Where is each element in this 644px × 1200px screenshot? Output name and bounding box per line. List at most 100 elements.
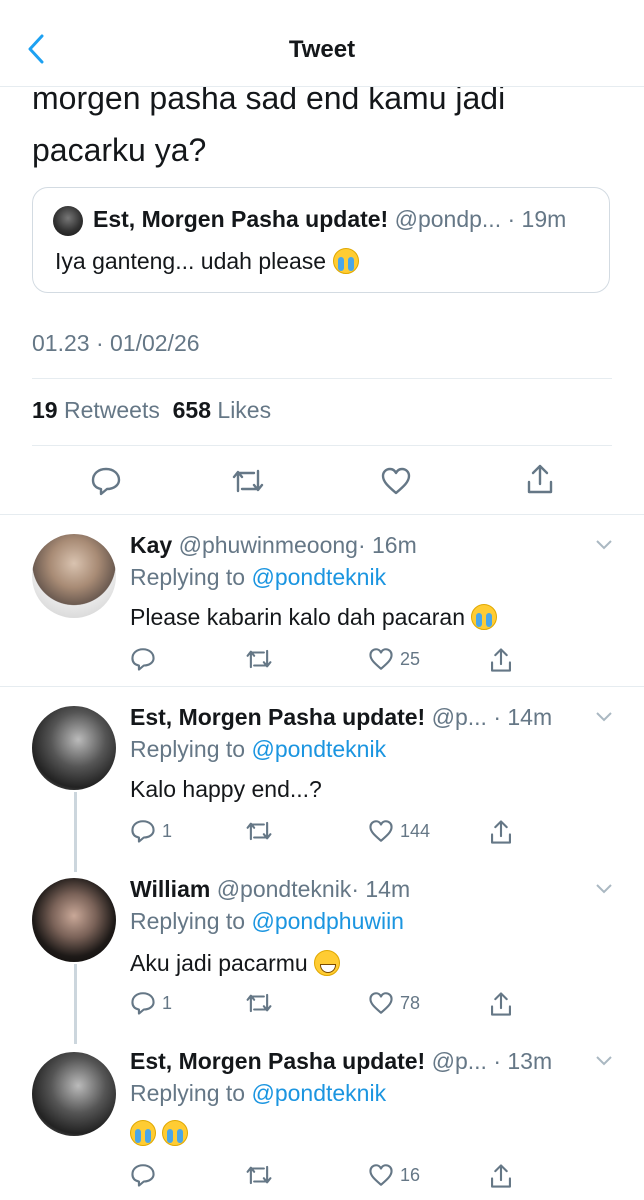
reply-author-name[interactable]: Est, Morgen Pasha update! <box>130 1048 425 1074</box>
tweet-timestamp: 01.23 · 01/02/26 <box>32 330 200 356</box>
like-icon[interactable] <box>380 465 412 502</box>
reply-author-handle[interactable]: @phuwinmeoong <box>179 532 358 558</box>
replying-to-link[interactable]: @pondteknik <box>251 1080 386 1106</box>
quoted-tweet[interactable]: Est, Morgen Pasha update! @pondp... · 19… <box>32 187 610 293</box>
tweet-stats: 19 Retweets 658 Likes <box>32 397 271 424</box>
reply-actions: 1 144 <box>130 818 530 846</box>
reply-button[interactable]: 1 <box>130 818 172 844</box>
reply-author-name[interactable]: Est, Morgen Pasha update! <box>130 704 425 730</box>
avatar[interactable] <box>32 1052 116 1136</box>
like-button[interactable]: 144 <box>368 818 430 844</box>
retweets-count[interactable]: 19 <box>32 397 58 423</box>
reply-icon <box>131 648 155 671</box>
replying-to: Replying to @pondteknik <box>130 736 386 763</box>
quoted-text: Iya ganteng... udah please <box>55 248 327 274</box>
divider <box>32 445 612 446</box>
like-button[interactable]: 78 <box>368 990 420 1016</box>
replying-to-link[interactable]: @pondphuwiin <box>251 908 404 934</box>
like-icon <box>369 1164 393 1186</box>
reply-author-handle[interactable]: @pondteknik <box>217 876 352 902</box>
more-chevron-icon[interactable] <box>596 1056 612 1066</box>
avatar[interactable] <box>32 534 116 618</box>
reply-text: Please kabarin kalo dah pacaran <box>130 604 466 630</box>
more-chevron-icon[interactable] <box>596 712 612 722</box>
reply-icon <box>131 1164 155 1187</box>
reply-time: · 16m <box>357 532 417 558</box>
share-icon <box>491 648 511 672</box>
replying-to-link[interactable]: @pondteknik <box>251 736 386 762</box>
like-count: 25 <box>400 648 421 669</box>
quoted-handle: @pondp... <box>394 206 502 232</box>
share-button[interactable] <box>488 990 514 1018</box>
avatar[interactable] <box>32 706 116 790</box>
retweet-button[interactable] <box>244 818 274 844</box>
avatar[interactable] <box>32 878 116 962</box>
loudly-crying-emoji-icon <box>471 604 498 630</box>
reply-button[interactable]: 1 <box>130 990 172 1016</box>
replying-prefix: Replying to <box>130 908 246 934</box>
quoted-text-row: Iya ganteng... udah please <box>55 248 359 275</box>
reply-time: · 13m <box>493 1048 553 1074</box>
retweet-icon <box>246 649 272 669</box>
likes-label[interactable]: Likes <box>217 397 271 423</box>
reply-author-name[interactable]: William <box>130 876 210 902</box>
reply-actions: 1 78 <box>130 990 530 1018</box>
share-icon <box>491 820 511 844</box>
loudly-crying-emoji-icon <box>332 248 359 274</box>
quoted-name: Est, Morgen Pasha update! <box>93 206 389 232</box>
reply-actions: 16 <box>130 1162 530 1190</box>
reply-time: · 14m <box>351 876 411 902</box>
like-icon <box>369 648 393 670</box>
divider <box>0 686 644 687</box>
share-button[interactable] <box>488 646 514 674</box>
reply-button[interactable] <box>130 1162 156 1188</box>
quoted-header: Est, Morgen Pasha update! @pondp... · 19… <box>93 206 566 233</box>
reply-button[interactable] <box>130 646 162 672</box>
quoted-time: · 19m <box>507 206 567 232</box>
share-button[interactable] <box>488 1162 514 1190</box>
thread-line <box>74 792 77 872</box>
retweet-icon <box>246 1165 272 1185</box>
like-count: 16 <box>400 1164 421 1185</box>
retweets-label[interactable]: Retweets <box>64 397 160 423</box>
replying-to: Replying to @pondphuwiin <box>130 908 404 935</box>
reply-text: Kalo happy end...? <box>130 776 322 802</box>
share-icon[interactable] <box>524 462 556 501</box>
reply-header: Est, Morgen Pasha update! @p... · 13m <box>130 1048 552 1075</box>
reply-count: 1 <box>162 820 173 841</box>
replying-to-link[interactable]: @pondteknik <box>251 564 386 590</box>
retweet-icon[interactable] <box>230 465 266 502</box>
reply-header: Kay @phuwinmeoong· 16m <box>130 532 417 559</box>
reply-icon[interactable] <box>90 465 122 502</box>
reply-author-handle[interactable]: @p... <box>432 704 487 730</box>
reply-icon <box>131 992 155 1015</box>
loudly-crying-emoji-icon <box>130 1120 156 1146</box>
tweet-text: morgen pasha sad end kamu jadi pacarku y… <box>32 80 506 168</box>
divider <box>0 514 644 515</box>
retweet-button[interactable] <box>244 1162 274 1188</box>
replying-to: Replying to @pondteknik <box>130 1080 386 1107</box>
reply-author-name[interactable]: Kay <box>130 532 172 558</box>
like-button[interactable]: 25 <box>368 646 420 672</box>
retweet-icon <box>246 821 272 841</box>
retweet-button[interactable] <box>244 990 274 1016</box>
retweet-icon <box>246 993 272 1013</box>
likes-count[interactable]: 658 <box>173 397 211 423</box>
replying-prefix: Replying to <box>130 1080 246 1106</box>
like-button[interactable]: 16 <box>368 1162 420 1188</box>
like-count: 78 <box>400 992 421 1013</box>
reply-text-row: Please kabarin kalo dah pacaran <box>130 604 498 631</box>
replying-prefix: Replying to <box>130 564 246 590</box>
like-icon <box>369 820 393 842</box>
share-button[interactable] <box>488 818 514 846</box>
loudly-crying-emoji-icon <box>162 1120 189 1146</box>
replying-to: Replying to @pondteknik <box>130 564 386 591</box>
more-chevron-icon[interactable] <box>596 884 612 894</box>
header: Tweet <box>0 0 644 87</box>
reply-author-handle[interactable]: @p... <box>432 1048 487 1074</box>
reply-actions: 25 <box>130 646 530 674</box>
replying-prefix: Replying to <box>130 736 246 762</box>
like-icon <box>369 992 393 1014</box>
retweet-button[interactable] <box>244 646 274 672</box>
more-chevron-icon[interactable] <box>596 540 612 550</box>
